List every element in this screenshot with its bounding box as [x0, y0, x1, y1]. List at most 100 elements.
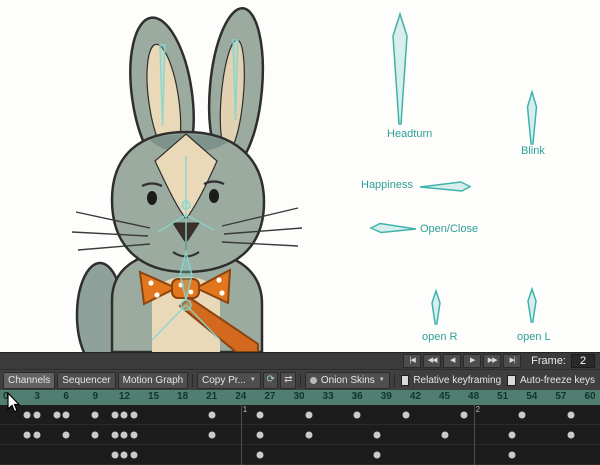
keyframe-dot[interactable]: [441, 432, 448, 439]
transport-bar: |◀◀◀◀▶▶▶▶| Frame: 2: [0, 352, 600, 369]
keyframe-dot[interactable]: [121, 452, 128, 459]
keyframe-dot[interactable]: [402, 412, 409, 419]
canvas-artwork: [0, 0, 600, 352]
moho-window: Headturn Blink Happiness Open/Close open…: [0, 0, 600, 465]
keyframe-dot[interactable]: [53, 412, 60, 419]
keyframe-dot[interactable]: [305, 432, 312, 439]
keyframe-dot[interactable]: [121, 412, 128, 419]
copy-previous-label: Copy Pr...: [202, 375, 246, 386]
keyframe-dot[interactable]: [305, 412, 312, 419]
chevron-down-icon: ▼: [250, 377, 256, 383]
open-r-label: open R: [422, 331, 457, 343]
ruler-number: 18: [177, 391, 188, 402]
keyframe-dot[interactable]: [373, 432, 380, 439]
transport-buttons: |◀◀◀◀▶▶▶▶|: [403, 354, 521, 368]
step-back-button[interactable]: ◀: [443, 354, 461, 368]
rabbit-character[interactable]: [72, 6, 302, 352]
rewind-button[interactable]: ◀◀: [423, 354, 441, 368]
swap-icon[interactable]: ⇄: [280, 372, 296, 389]
copy-previous-dropdown[interactable]: Copy Pr... ▼: [197, 372, 261, 389]
ruler-number: 54: [526, 391, 537, 402]
eye-right: [209, 189, 219, 203]
keyframe-dot[interactable]: [257, 432, 264, 439]
open-l-control[interactable]: [528, 289, 536, 322]
keyframe-dot[interactable]: [354, 412, 361, 419]
keyframe-dot[interactable]: [509, 432, 516, 439]
keyframe-dot[interactable]: [460, 412, 467, 419]
ruler-number: 60: [584, 391, 595, 402]
keyframe-dot[interactable]: [131, 452, 138, 459]
ruler-number: 42: [410, 391, 421, 402]
keyframe-dot[interactable]: [567, 412, 574, 419]
step-forward-button[interactable]: ▶: [463, 354, 481, 368]
jump-start-button[interactable]: |◀: [403, 354, 421, 368]
frame-label: Frame:: [531, 355, 566, 367]
keyframe-dot[interactable]: [92, 432, 99, 439]
ruler-number: 48: [468, 391, 479, 402]
ruler-number: 21: [206, 391, 217, 402]
keyframe-dot[interactable]: [24, 432, 31, 439]
relative-keyframing-checkbox[interactable]: [401, 375, 410, 386]
beat-marker: 1: [241, 405, 242, 465]
cycle-icon[interactable]: ⟳: [263, 372, 279, 389]
tab-sequencer[interactable]: Sequencer: [57, 372, 115, 389]
keyframe-dot[interactable]: [63, 432, 70, 439]
frame-number-field[interactable]: 2: [571, 354, 595, 368]
keyframe-dot[interactable]: [121, 432, 128, 439]
keyframe-dot[interactable]: [257, 452, 264, 459]
chevron-down-icon: ▼: [379, 377, 385, 383]
toolbar-divider: [192, 374, 193, 387]
ruler-number: 33: [323, 391, 334, 402]
keyframe-dot[interactable]: [131, 412, 138, 419]
keyframe-dot[interactable]: [373, 452, 380, 459]
openclose-control[interactable]: [371, 224, 416, 233]
happiness-label: Happiness: [361, 179, 413, 191]
keyframe-dot[interactable]: [131, 432, 138, 439]
keyframe-dot[interactable]: [208, 432, 215, 439]
keyframe-tracks[interactable]: 12: [0, 405, 600, 465]
happiness-control[interactable]: [420, 182, 470, 191]
mouse-cursor: [6, 392, 22, 414]
jump-end-button[interactable]: ▶|: [503, 354, 521, 368]
keyframe-dot[interactable]: [63, 412, 70, 419]
keyframe-dot[interactable]: [34, 412, 41, 419]
fast-forward-button[interactable]: ▶▶: [483, 354, 501, 368]
onion-skins-dropdown[interactable]: Onion Skins ▼: [305, 372, 390, 389]
tab-motion-graph[interactable]: Motion Graph: [118, 372, 189, 389]
toolbar-divider: [300, 374, 301, 387]
keyframe-dot[interactable]: [24, 412, 31, 419]
headturn-label: Headturn: [387, 128, 432, 140]
blink-control[interactable]: [528, 92, 537, 144]
keyframe-dot[interactable]: [519, 412, 526, 419]
keyframe-dot[interactable]: [509, 452, 516, 459]
canvas-area[interactable]: Headturn Blink Happiness Open/Close open…: [0, 0, 600, 352]
tab-channels[interactable]: Channels: [3, 372, 55, 389]
open-r-control[interactable]: [432, 291, 440, 324]
open-l-label: open L: [517, 331, 551, 343]
auto-freeze-label: Auto-freeze keys: [520, 375, 595, 386]
ruler-number: 51: [497, 391, 508, 402]
keyframe-dot[interactable]: [567, 432, 574, 439]
keyframe-dot[interactable]: [111, 432, 118, 439]
beat-marker: 2: [474, 405, 475, 465]
relative-keyframing-label: Relative keyframing: [413, 375, 501, 386]
auto-freeze-checkbox[interactable]: [507, 375, 516, 386]
timeline-toolbar: Channels Sequencer Motion Graph Copy Pr.…: [0, 369, 600, 390]
ruler-number: 45: [439, 391, 450, 402]
onion-skins-label: Onion Skins: [321, 375, 375, 386]
keyframe-dot[interactable]: [34, 432, 41, 439]
blink-label: Blink: [521, 145, 545, 157]
keyframe-dot[interactable]: [111, 412, 118, 419]
keyframe-dot[interactable]: [257, 412, 264, 419]
keyframe-dot[interactable]: [111, 452, 118, 459]
rig-control-needles: [371, 14, 537, 324]
ruler-number: 39: [381, 391, 392, 402]
eye-left: [147, 191, 157, 205]
ruler-number: 27: [264, 391, 275, 402]
headturn-control[interactable]: [393, 14, 407, 124]
frame-ruler[interactable]: 03691215182124273033363942454851545760: [0, 390, 600, 405]
ruler-number: 15: [148, 391, 159, 402]
keyframe-dot[interactable]: [92, 412, 99, 419]
ruler-number: 3: [34, 391, 40, 402]
keyframe-dot[interactable]: [208, 412, 215, 419]
